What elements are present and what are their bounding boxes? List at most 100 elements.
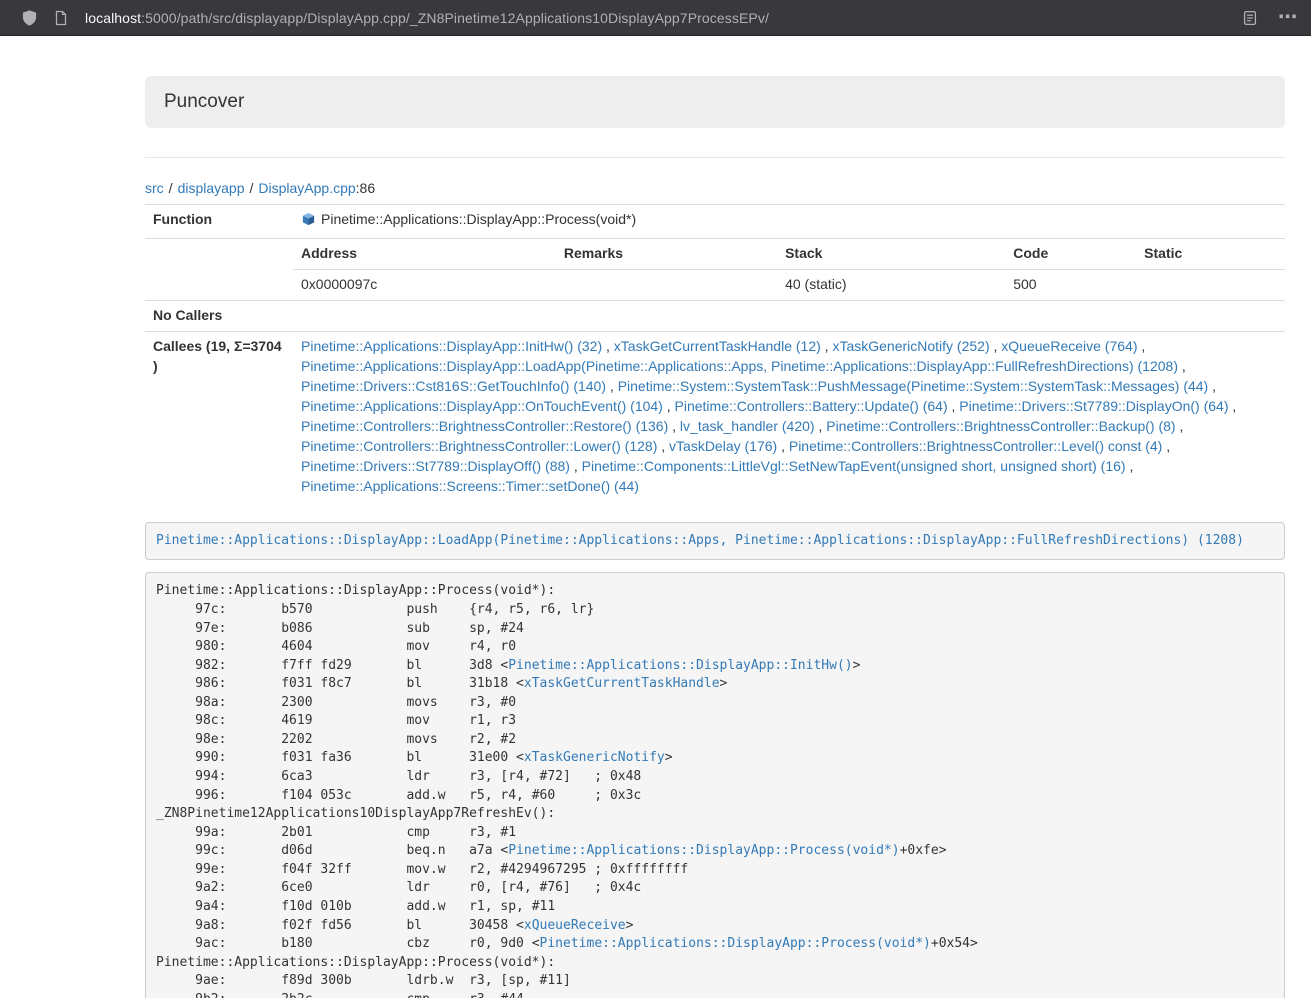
no-callers-row: No Callers xyxy=(145,300,1285,331)
address-bar[interactable]: localhost:5000/path/src/displayapp/Displ… xyxy=(85,10,1226,26)
code-text: 980: 4604 mov r4, r0 xyxy=(156,639,516,654)
empty-label-cell xyxy=(145,238,293,300)
code-text: 9ae: f89d 300b ldrb.w r3, [sp, #11] xyxy=(156,973,571,988)
callee-link[interactable]: Pinetime::Applications::DisplayApp::Init… xyxy=(301,338,602,354)
code-symbol-link[interactable]: Pinetime::Applications::DisplayApp::Init… xyxy=(508,658,852,673)
stat-static xyxy=(1136,269,1285,299)
code-text: 9a4: f10d 010b add.w r1, sp, #11 xyxy=(156,899,555,914)
function-name: Pinetime::Applications::DisplayApp::Proc… xyxy=(321,211,636,227)
stats-table: Address Remarks Stack Code Static 0x0000… xyxy=(293,239,1285,300)
stat-code: 500 xyxy=(1005,269,1136,299)
highlighted-symbol-box: Pinetime::Applications::DisplayApp::Load… xyxy=(145,522,1285,561)
callees-list: Pinetime::Applications::DisplayApp::Init… xyxy=(293,331,1285,501)
breadcrumb-link-src[interactable]: src xyxy=(145,180,164,196)
code-symbol-link[interactable]: Pinetime::Applications::DisplayApp::Proc… xyxy=(540,936,931,951)
code-text: 9ac: b180 cbz r0, 9d0 < xyxy=(156,936,540,951)
callee-link[interactable]: Pinetime::Controllers::BrightnessControl… xyxy=(826,418,1175,434)
col-header-static: Static xyxy=(1136,239,1285,269)
code-symbol-link[interactable]: xTaskGetCurrentTaskHandle xyxy=(524,676,720,691)
function-row: Function Pinetime::Applications::Display… xyxy=(145,205,1285,239)
code-text: +0xfe> xyxy=(900,843,947,858)
code-text: +0x54> xyxy=(931,936,978,951)
callee-link[interactable]: Pinetime::Applications::DisplayApp::OnTo… xyxy=(301,398,663,414)
callee-link[interactable]: Pinetime::Components::LittleVgl::SetNewT… xyxy=(582,458,1126,474)
stats-cell: Address Remarks Stack Code Static 0x0000… xyxy=(293,238,1285,300)
code-text: 98e: 2202 movs r2, #2 xyxy=(156,732,516,747)
code-text: Pinetime::Applications::DisplayApp::Proc… xyxy=(156,583,555,598)
menu-dots-icon[interactable]: ⋯ xyxy=(1278,8,1297,27)
highlighted-symbol-link[interactable]: Pinetime::Applications::DisplayApp::Load… xyxy=(156,533,1244,548)
callee-link[interactable]: Pinetime::System::SystemTask::PushMessag… xyxy=(618,378,1209,394)
breadcrumb-link-displayapp[interactable]: displayapp xyxy=(178,180,245,196)
callee-link[interactable]: xTaskGetCurrentTaskHandle (12) xyxy=(614,338,821,354)
breadcrumb-separator: / xyxy=(169,180,173,196)
divider xyxy=(145,157,1285,158)
col-header-remarks: Remarks xyxy=(556,239,777,269)
code-text: 99a: 2b01 cmp r3, #1 xyxy=(156,825,516,840)
callee-link[interactable]: Pinetime::Drivers::St7789::DisplayOn() (… xyxy=(959,398,1228,414)
page-title: Puncover xyxy=(164,91,244,112)
code-text: _ZN8Pinetime12Applications10DisplayApp7R… xyxy=(156,806,555,821)
function-cube-icon xyxy=(301,212,316,233)
col-header-stack: Stack xyxy=(777,239,1005,269)
code-symbol-link[interactable]: xQueueReceive xyxy=(524,918,626,933)
code-text: 9b2: 2b2c cmp r3, #44 xyxy=(156,992,524,998)
code-text: 97e: b086 sub sp, #24 xyxy=(156,621,524,636)
function-table: Function Pinetime::Applications::Display… xyxy=(145,204,1285,502)
code-text: 99c: d06d beq.n a7a < xyxy=(156,843,508,858)
code-text: 98c: 4619 mov r1, r3 xyxy=(156,713,516,728)
main-content: Puncover src/displayapp/DisplayApp.cpp:8… xyxy=(145,36,1285,998)
breadcrumb-separator: / xyxy=(250,180,254,196)
breadcrumb: src/displayapp/DisplayApp.cpp:86 xyxy=(145,180,1285,196)
stats-row: Address Remarks Stack Code Static 0x0000… xyxy=(145,238,1285,300)
page-icon[interactable] xyxy=(54,10,68,26)
callees-label: Callees (19, Σ=3704 ) xyxy=(145,331,293,501)
callee-link[interactable]: vTaskDelay (176) xyxy=(669,438,777,454)
stat-stack: 40 (static) xyxy=(777,269,1005,299)
app-header: Puncover xyxy=(145,76,1285,128)
code-text: 994: 6ca3 ldr r3, [r4, #72] ; 0x48 xyxy=(156,769,641,784)
shield-icon[interactable] xyxy=(21,9,38,27)
callee-link[interactable]: Pinetime::Controllers::BrightnessControl… xyxy=(301,418,668,434)
stat-address: 0x0000097c xyxy=(293,269,556,299)
code-text: 97c: b570 push {r4, r5, r6, lr} xyxy=(156,602,594,617)
code-text: > xyxy=(720,676,728,691)
callee-link[interactable]: Pinetime::Applications::Screens::Timer::… xyxy=(301,478,639,494)
function-name-cell: Pinetime::Applications::DisplayApp::Proc… xyxy=(293,205,1285,239)
callee-link[interactable]: xQueueReceive (764) xyxy=(1001,338,1137,354)
stats-header-row: Address Remarks Stack Code Static xyxy=(293,239,1285,269)
code-text: 99e: f04f 32ff mov.w r2, #4294967295 ; 0… xyxy=(156,862,688,877)
callee-link[interactable]: Pinetime::Controllers::BrightnessControl… xyxy=(301,438,657,454)
reader-view-icon[interactable] xyxy=(1242,10,1258,26)
code-text: Pinetime::Applications::DisplayApp::Proc… xyxy=(156,955,555,970)
callee-link[interactable]: Pinetime::Drivers::St7789::DisplayOff() … xyxy=(301,458,570,474)
col-header-address: Address xyxy=(293,239,556,269)
code-symbol-link[interactable]: Pinetime::Applications::DisplayApp::Proc… xyxy=(508,843,899,858)
url-path: :5000/path/src/displayapp/DisplayApp.cpp… xyxy=(141,10,769,26)
code-text: 996: f104 053c add.w r5, r4, #60 ; 0x3c xyxy=(156,788,641,803)
callee-link[interactable]: xTaskGenericNotify (252) xyxy=(832,338,989,354)
browser-toolbar: localhost:5000/path/src/displayapp/Displ… xyxy=(0,0,1311,36)
breadcrumb-line-number: :86 xyxy=(356,180,375,196)
code-text: 982: f7ff fd29 bl 3d8 < xyxy=(156,658,508,673)
callee-link[interactable]: Pinetime::Applications::DisplayApp::Load… xyxy=(301,358,1178,374)
no-callers-cell xyxy=(293,300,1285,331)
code-text: > xyxy=(665,750,673,765)
code-text: 9a8: f02f fd56 bl 30458 < xyxy=(156,918,524,933)
no-callers-label: No Callers xyxy=(145,300,293,331)
stat-remarks xyxy=(556,269,777,299)
code-text: 9a2: 6ce0 ldr r0, [r4, #76] ; 0x4c xyxy=(156,880,641,895)
disassembly-listing: Pinetime::Applications::DisplayApp::Proc… xyxy=(145,572,1285,998)
callee-link[interactable]: Pinetime::Drivers::Cst816S::GetTouchInfo… xyxy=(301,378,606,394)
code-symbol-link[interactable]: xTaskGenericNotify xyxy=(524,750,665,765)
code-text: 98a: 2300 movs r3, #0 xyxy=(156,695,516,710)
col-header-code: Code xyxy=(1005,239,1136,269)
callee-link[interactable]: Pinetime::Controllers::Battery::Update()… xyxy=(675,398,948,414)
breadcrumb-link-file[interactable]: DisplayApp.cpp xyxy=(258,180,355,196)
stats-values-row: 0x0000097c 40 (static) 500 xyxy=(293,269,1285,299)
code-text: 990: f031 fa36 bl 31e00 < xyxy=(156,750,524,765)
callee-link[interactable]: lv_task_handler (420) xyxy=(680,418,815,434)
code-text: 986: f031 f8c7 bl 31b18 < xyxy=(156,676,524,691)
function-row-label: Function xyxy=(145,205,293,239)
callee-link[interactable]: Pinetime::Controllers::BrightnessControl… xyxy=(789,438,1162,454)
